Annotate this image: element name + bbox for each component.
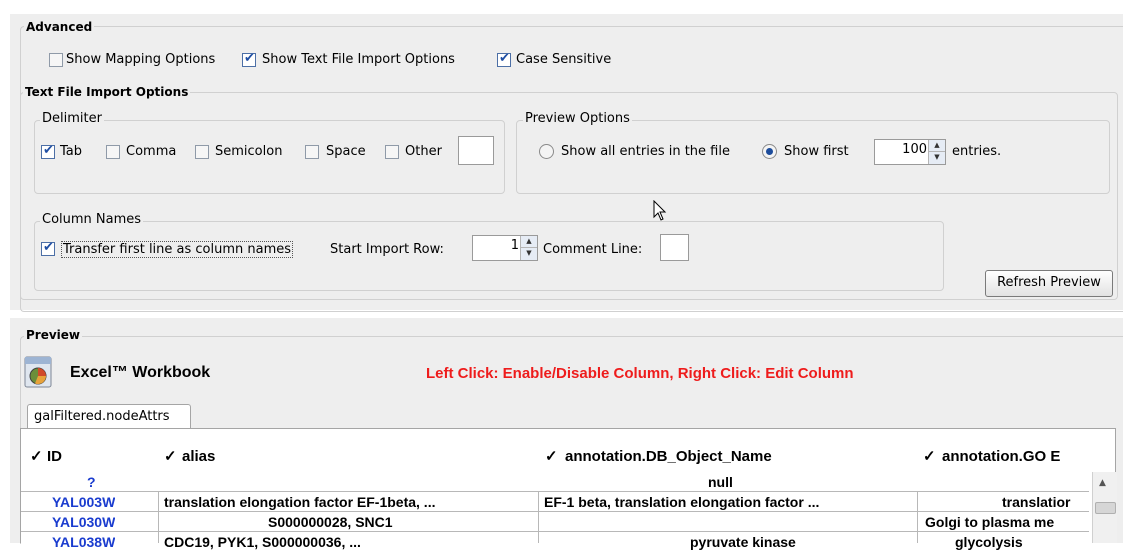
start-import-row-value: 1	[510, 238, 519, 253]
entries-label: entries.	[952, 144, 1002, 159]
show-mapping-options-checkbox[interactable]	[49, 53, 63, 67]
cell-id: YAL038W	[52, 534, 116, 550]
cell-db-object-name: EF-1 beta, translation elongation factor…	[544, 494, 820, 510]
case-sensitive-label[interactable]: Case Sensitive	[516, 52, 611, 67]
tab-label: galFiltered.nodeAttrs	[34, 409, 170, 424]
show-all-entries-radio[interactable]	[539, 144, 554, 159]
comment-line-label: Comment Line:	[543, 242, 643, 257]
header-label: alias	[182, 448, 216, 465]
cell-alias: translation elongation factor EF-1beta, …	[164, 494, 436, 510]
column-names-title: Column Names	[40, 212, 144, 227]
cell-id: YAL030W	[52, 514, 116, 530]
workbook-label: Excel™ Workbook	[70, 364, 211, 381]
check-icon: ✓	[545, 448, 558, 465]
tab-label[interactable]: Tab	[60, 144, 82, 159]
type-indicator-db-object-name: null	[708, 474, 733, 490]
show-first-label[interactable]: Show first	[784, 144, 849, 159]
start-import-row-spinner[interactable]: 1 ▲ ▼	[472, 235, 538, 261]
space-label[interactable]: Space	[326, 144, 366, 159]
cell-go: translatior	[1002, 494, 1071, 510]
header-label: ID	[47, 448, 62, 465]
cell-db-object-name: pyruvate kinase	[690, 534, 796, 550]
check-icon: ✓	[164, 448, 177, 465]
cell-alias: CDC19, PYK1, S000000036, ...	[164, 534, 361, 550]
increment-icon[interactable]: ▲	[929, 140, 945, 152]
vertical-scrollbar[interactable]: ▲	[1092, 472, 1117, 543]
comma-checkbox[interactable]	[106, 145, 120, 159]
space-checkbox[interactable]	[305, 145, 319, 159]
show-first-count-spinner[interactable]: 100 ▲ ▼	[874, 139, 946, 165]
scroll-thumb[interactable]	[1095, 502, 1116, 514]
column-divider	[538, 491, 539, 543]
tab-galfiltered-nodeattrs[interactable]: galFiltered.nodeAttrs	[27, 404, 191, 429]
semicolon-checkbox[interactable]	[195, 145, 209, 159]
comment-line-input[interactable]	[660, 234, 689, 261]
other-label[interactable]: Other	[405, 144, 442, 159]
tab-checkbox[interactable]	[41, 143, 55, 159]
cell-id: YAL003W	[52, 494, 116, 510]
advanced-title: Advanced	[24, 20, 95, 34]
show-mapping-options-label[interactable]: Show Mapping Options	[66, 52, 215, 67]
scroll-up-icon[interactable]: ▲	[1099, 478, 1106, 488]
increment-icon[interactable]: ▲	[521, 236, 537, 248]
refresh-preview-button[interactable]: Refresh Preview	[985, 270, 1113, 297]
excel-workbook-icon	[22, 355, 56, 389]
cell-go: glycolysis	[955, 534, 1023, 550]
other-checkbox[interactable]	[385, 145, 399, 159]
show-first-count-value: 100	[902, 142, 927, 157]
preview-options-title: Preview Options	[523, 111, 632, 126]
row-divider	[21, 511, 1089, 512]
check-icon: ✓	[30, 448, 43, 465]
transfer-first-line-label[interactable]: Transfer first line as column names	[61, 241, 294, 258]
cell-go: Golgi to plasma me	[925, 514, 1055, 530]
decrement-icon[interactable]: ▼	[521, 248, 537, 260]
transfer-first-line-checkbox[interactable]	[41, 240, 55, 256]
spinner-arrows[interactable]: ▲ ▼	[928, 140, 945, 164]
cell-alias: S000000028, SNC1	[268, 514, 393, 530]
text-file-import-options-title: Text File Import Options	[23, 85, 191, 99]
show-text-file-import-options-checkbox[interactable]	[242, 51, 256, 67]
preview-title: Preview	[24, 328, 83, 342]
header-label: annotation.GO E	[942, 448, 1061, 465]
row-divider	[21, 491, 1089, 492]
start-import-row-label: Start Import Row:	[330, 242, 444, 257]
show-text-file-import-options-label[interactable]: Show Text File Import Options	[262, 52, 455, 67]
type-indicator-id: ?	[87, 474, 96, 490]
semicolon-label[interactable]: Semicolon	[215, 144, 282, 159]
decrement-icon[interactable]: ▼	[929, 152, 945, 164]
show-all-entries-label[interactable]: Show all entries in the file	[561, 144, 730, 159]
header-label: annotation.DB_Object_Name	[565, 448, 772, 465]
other-delimiter-input[interactable]	[458, 136, 494, 165]
delimiter-title: Delimiter	[40, 111, 104, 126]
case-sensitive-checkbox[interactable]	[497, 51, 511, 67]
column-instructions: Left Click: Enable/Disable Column, Right…	[426, 365, 854, 382]
row-divider	[21, 531, 1089, 532]
column-divider	[917, 491, 918, 543]
check-icon: ✓	[923, 448, 936, 465]
show-first-radio[interactable]	[762, 144, 777, 159]
comma-label[interactable]: Comma	[126, 144, 176, 159]
column-divider	[158, 491, 159, 543]
spinner-arrows[interactable]: ▲ ▼	[520, 236, 537, 260]
